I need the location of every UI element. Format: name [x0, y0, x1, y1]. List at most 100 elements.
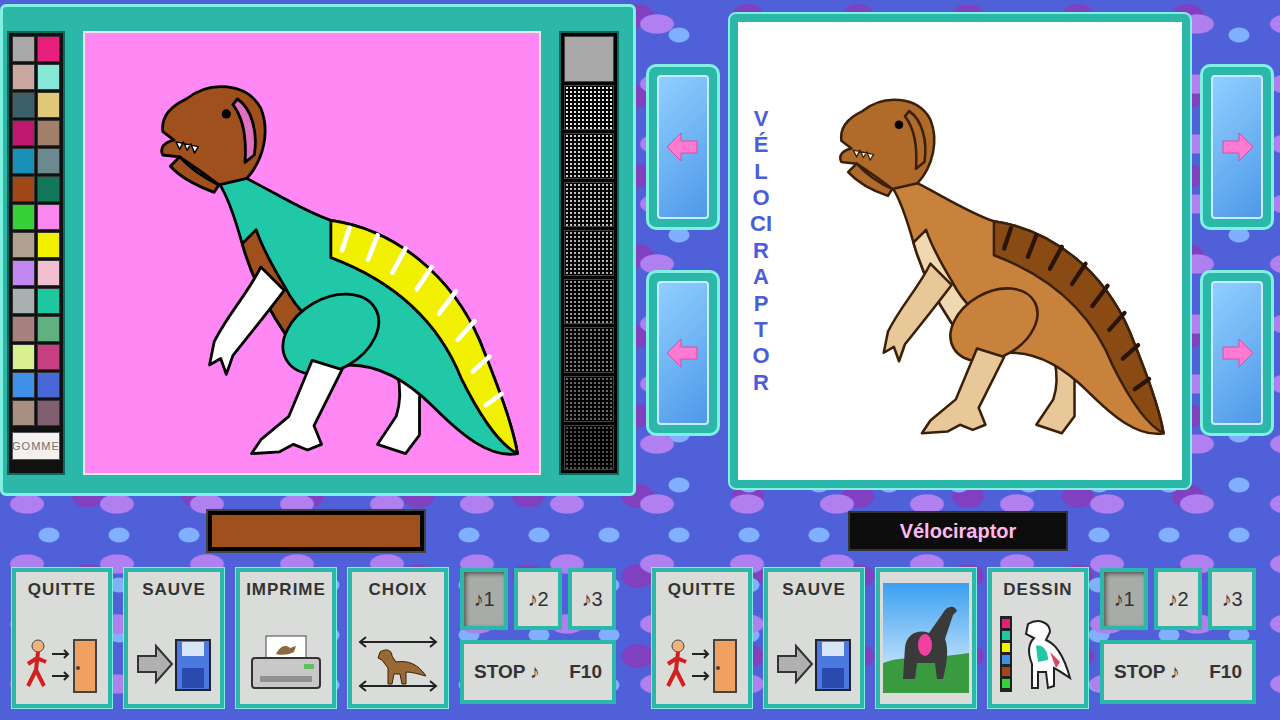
- music-button[interactable]: ♪2: [1154, 568, 1202, 630]
- stop-key: F10: [569, 661, 602, 683]
- stop-label: STOP ♪: [474, 661, 540, 683]
- color-swatch[interactable]: [37, 64, 60, 90]
- left-arrow-icon: [663, 127, 703, 167]
- gallery-screen: VÉLOCIRAPTOR Vélociraptor QUITTE SAUVE DESSI…: [640, 0, 1280, 720]
- pattern-palette: [559, 31, 619, 475]
- current-color: [208, 511, 424, 551]
- color-swatch[interactable]: [12, 260, 35, 286]
- color-swatch[interactable]: [12, 120, 35, 146]
- color-swatch[interactable]: [37, 92, 60, 118]
- gallery-frame: VÉLOCIRAPTOR: [640, 4, 1280, 496]
- previous-button[interactable]: [657, 281, 709, 425]
- color-swatch[interactable]: [12, 288, 35, 314]
- stop-label: STOP ♪: [1114, 661, 1180, 683]
- color-swatch[interactable]: [12, 232, 35, 258]
- paint-frame: GOMME: [0, 4, 636, 496]
- arrow-frame: [1200, 64, 1274, 230]
- right-arrow-icon: [1217, 127, 1257, 167]
- color-swatch[interactable]: [37, 288, 60, 314]
- color-swatch[interactable]: [12, 316, 35, 342]
- stop-key: F10: [1209, 661, 1242, 683]
- music-button[interactable]: ♪1: [1100, 568, 1148, 630]
- button-label: SAUVE: [142, 580, 206, 600]
- pattern-swatch[interactable]: [564, 36, 614, 82]
- button-label: QUITTE: [668, 580, 736, 600]
- button-label: CHOIX: [369, 580, 428, 600]
- velociraptor-figure: [782, 32, 1172, 470]
- pattern-swatch[interactable]: [564, 182, 614, 228]
- dinosaur-name: Vélociraptor: [848, 511, 1068, 551]
- music-button[interactable]: ♪3: [568, 568, 616, 630]
- pattern-swatch[interactable]: [564, 230, 614, 276]
- color-palette: GOMME: [7, 31, 65, 475]
- color-swatch[interactable]: [12, 344, 35, 370]
- eraser-button[interactable]: GOMME: [12, 432, 60, 460]
- color-swatch[interactable]: [37, 260, 60, 286]
- next-button[interactable]: [1211, 75, 1263, 219]
- button-label: QUITTE: [28, 580, 96, 600]
- left-arrow-icon: [663, 333, 703, 373]
- color-swatch[interactable]: [37, 316, 60, 342]
- quit-button[interactable]: QUITTE: [652, 568, 752, 708]
- coloring-screen: GOMME QUITTE SAUVE IMPRIME CHOIX ♪1♪2♪3 STOP ♪…: [0, 0, 640, 720]
- color-swatch[interactable]: [37, 344, 60, 370]
- right-arrow-icon: [1217, 333, 1257, 373]
- toolbar: QUITTE SAUVE IMPRIME CHOIX ♪1♪2♪3 STOP ♪ F10: [0, 566, 640, 708]
- music-row: ♪1♪2♪3: [460, 568, 616, 630]
- velociraptor-figure: [95, 43, 529, 463]
- color-swatch[interactable]: [37, 400, 60, 426]
- save-button[interactable]: SAUVE: [124, 568, 224, 708]
- stop-music-button[interactable]: STOP ♪ F10: [460, 640, 616, 704]
- pattern-swatch[interactable]: [564, 133, 614, 179]
- pattern-swatch[interactable]: [564, 279, 614, 325]
- paint-canvas[interactable]: [83, 31, 541, 475]
- right-arrows: [1200, 4, 1274, 496]
- left-arrows: [646, 4, 720, 496]
- choice-button[interactable]: CHOIX: [348, 568, 448, 708]
- color-swatch[interactable]: [12, 204, 35, 230]
- music-button[interactable]: ♪3: [1208, 568, 1256, 630]
- button-label: DESSIN: [1003, 580, 1072, 600]
- print-button[interactable]: IMPRIME: [236, 568, 336, 708]
- indicator-row: Vélociraptor: [640, 496, 1280, 566]
- exit-door-icon: [22, 632, 102, 696]
- previous-button[interactable]: [657, 75, 709, 219]
- pattern-swatch[interactable]: [564, 425, 614, 471]
- color-swatch[interactable]: [37, 36, 60, 62]
- color-swatch[interactable]: [37, 232, 60, 258]
- next-button[interactable]: [1211, 281, 1263, 425]
- pattern-swatch[interactable]: [564, 327, 614, 373]
- music-button[interactable]: ♪2: [514, 568, 562, 630]
- dinosaur-arrows-icon: [356, 632, 440, 696]
- picture-button[interactable]: [876, 568, 976, 708]
- color-swatch[interactable]: [12, 148, 35, 174]
- color-swatch[interactable]: [12, 372, 35, 398]
- button-label: SAUVE: [782, 580, 846, 600]
- stop-music-button[interactable]: STOP ♪ F10: [1100, 640, 1256, 704]
- arrow-frame: [646, 64, 720, 230]
- toolbar: QUITTE SAUVE DESSIN ♪1♪2♪3 STOP ♪ F10: [640, 566, 1280, 708]
- color-swatch[interactable]: [37, 372, 60, 398]
- color-swatch[interactable]: [12, 64, 35, 90]
- arrow-frame: [1200, 270, 1274, 436]
- floppy-disk-icon: [774, 632, 854, 696]
- color-swatch[interactable]: [12, 400, 35, 426]
- arrow-frame: [646, 270, 720, 436]
- color-swatch[interactable]: [37, 148, 60, 174]
- vertical-title: VÉLOCIRAPTOR: [750, 106, 772, 396]
- draw-button[interactable]: DESSIN: [988, 568, 1088, 708]
- floppy-disk-icon: [134, 632, 214, 696]
- coloring-dinosaur-icon: [998, 612, 1078, 696]
- color-swatch[interactable]: [12, 36, 35, 62]
- music-button[interactable]: ♪1: [460, 568, 508, 630]
- gallery-canvas: VÉLOCIRAPTOR: [730, 14, 1190, 488]
- color-swatch[interactable]: [37, 120, 60, 146]
- pattern-swatch[interactable]: [564, 85, 614, 131]
- quit-button[interactable]: QUITTE: [12, 568, 112, 708]
- color-swatch[interactable]: [12, 92, 35, 118]
- pattern-swatch[interactable]: [564, 376, 614, 422]
- color-swatch[interactable]: [12, 176, 35, 202]
- color-swatch[interactable]: [37, 176, 60, 202]
- save-button[interactable]: SAUVE: [764, 568, 864, 708]
- color-swatch[interactable]: [37, 204, 60, 230]
